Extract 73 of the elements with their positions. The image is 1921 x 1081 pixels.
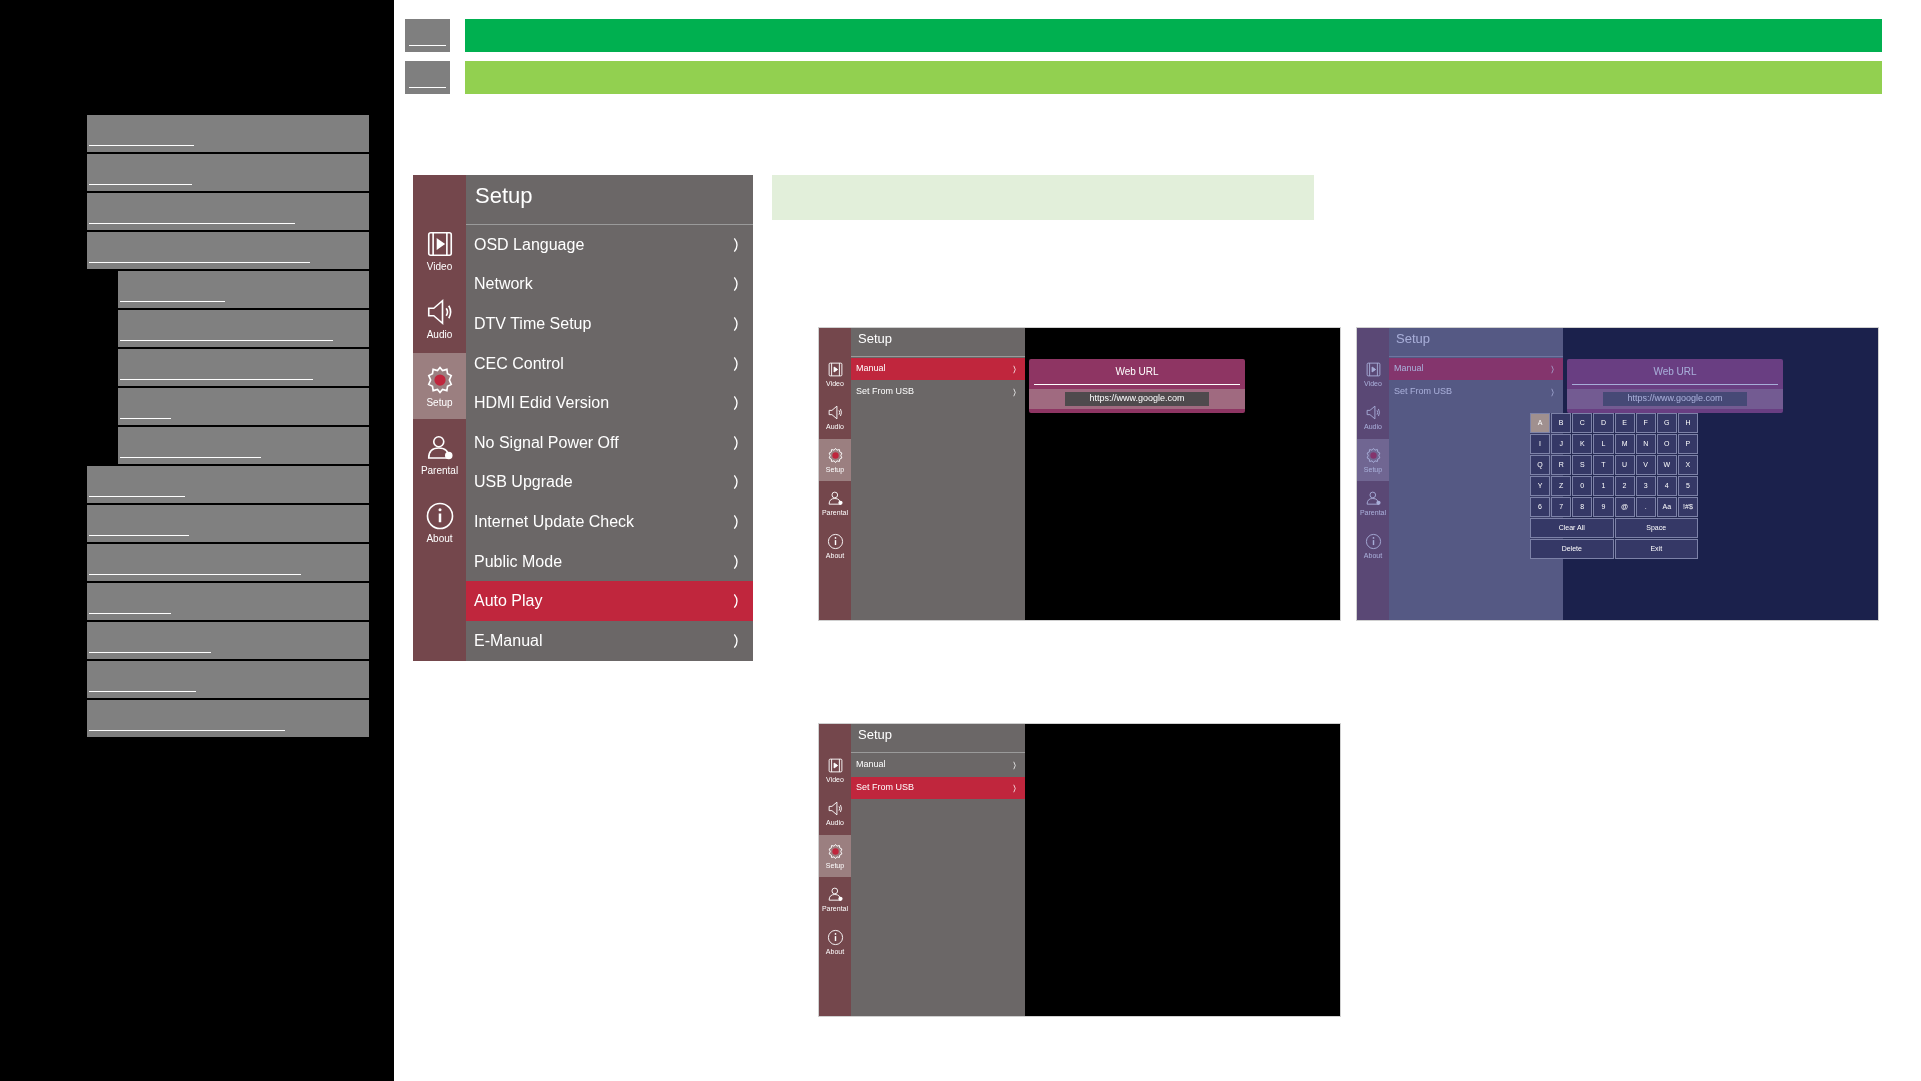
chevron-icon [733, 553, 741, 570]
menu-title: Setup [1396, 330, 1430, 348]
film-play-icon [826, 361, 844, 378]
person-icon [1364, 490, 1382, 507]
person-icon [826, 886, 844, 903]
rail-label: Video [426, 261, 453, 272]
menu-item[interactable]: OSD Language [466, 225, 753, 265]
menu-item[interactable]: CEC Control [466, 343, 753, 384]
menu-item[interactable]: Manual [851, 358, 1025, 380]
menu-item[interactable]: Set From USB [851, 777, 1025, 799]
menu-item[interactable]: Manual [1389, 358, 1563, 380]
menu-item[interactable]: Internet Update Check [466, 502, 753, 542]
speaker-icon [826, 800, 844, 817]
url-field[interactable]: https://www.google.com [1065, 392, 1209, 406]
rail-tab[interactable]: Video [413, 217, 466, 283]
menu-item[interactable]: Public Mode [466, 541, 753, 582]
settings-icon [1364, 447, 1382, 464]
nav-item[interactable] [118, 310, 369, 347]
chevron-icon [1012, 387, 1017, 397]
dialog-title: Web URL [1115, 365, 1159, 379]
url-field[interactable]: https://www.google.com [1603, 392, 1747, 406]
rail-label: About [426, 533, 453, 544]
menu-item[interactable]: Network [466, 264, 753, 305]
rail-tab[interactable]: Parental [413, 421, 466, 487]
menu-title: Setup [858, 330, 892, 348]
dialog-title: Web URL [1653, 365, 1697, 379]
nav-item[interactable] [87, 544, 369, 581]
menu-item[interactable]: USB Upgrade [466, 462, 753, 503]
rail-tab[interactable]: Setup [413, 353, 466, 419]
menu-item[interactable]: Set From USB [851, 381, 1025, 403]
menu-item[interactable]: E-Manual [466, 620, 753, 661]
settings-icon [826, 843, 844, 860]
rail-tab[interactable]: About [413, 489, 466, 555]
header-link-box[interactable] [405, 19, 450, 52]
menu-title: Setup [858, 726, 892, 744]
menu-item[interactable]: DTV Time Setup [466, 304, 753, 344]
chevron-icon [733, 236, 741, 253]
header-link-box[interactable] [405, 61, 450, 94]
settings-icon [826, 447, 844, 464]
film-play-icon [826, 757, 844, 774]
menu-item[interactable]: Auto Play [466, 581, 753, 621]
info-icon [1364, 533, 1382, 550]
chevron-icon [733, 593, 741, 610]
rail-label: Parental [420, 465, 459, 476]
film-play-icon [1364, 361, 1382, 378]
nav-item[interactable] [118, 349, 369, 386]
chevron-icon [1012, 783, 1017, 793]
rail-label: Setup [426, 397, 453, 408]
info-icon [424, 500, 455, 531]
nav-item[interactable] [87, 232, 369, 269]
chevron-icon [733, 395, 741, 412]
menu-item[interactable]: No Signal Power Off [466, 422, 753, 463]
menu-title: Setup [475, 182, 533, 210]
chevron-icon [1012, 760, 1017, 770]
speaker-icon [1364, 404, 1382, 421]
chevron-icon [1550, 364, 1555, 374]
chevron-icon [733, 513, 741, 530]
person-icon [826, 490, 844, 507]
chevron-icon [1550, 387, 1555, 397]
rail-tab[interactable]: Audio [413, 285, 466, 351]
chevron-icon [733, 276, 741, 293]
chevron-icon [733, 316, 741, 332]
info-icon [826, 533, 844, 550]
chevron-icon [733, 355, 741, 372]
menu-item[interactable]: Manual [851, 754, 1025, 776]
chevron-icon [733, 474, 741, 491]
chevron-icon [733, 434, 741, 451]
rail-label: Audio [426, 329, 453, 340]
speaker-icon [826, 404, 844, 421]
chevron-icon [733, 632, 741, 649]
menu-item[interactable]: HDMI Edid Version [466, 383, 753, 423]
info-icon [826, 929, 844, 946]
chevron-icon [1012, 364, 1017, 374]
